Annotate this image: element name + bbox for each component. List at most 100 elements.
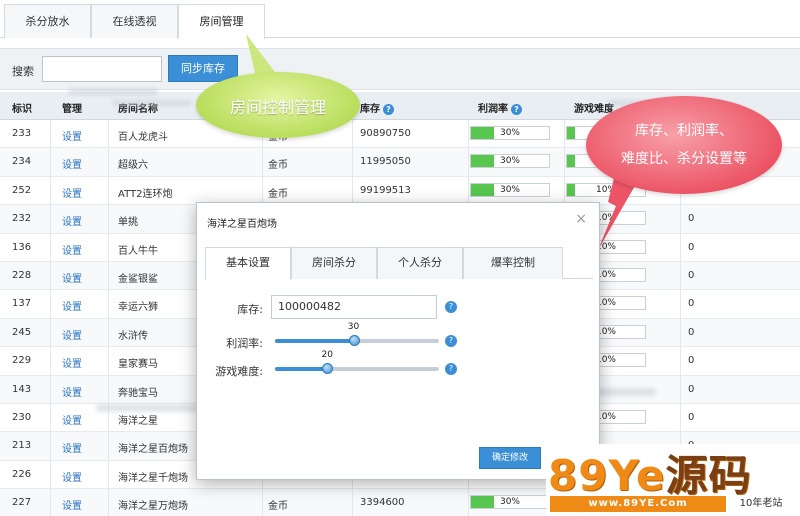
stock-row: 库存: 100000482 ? [197, 295, 601, 321]
row-room-name: 海洋之星 [118, 416, 158, 427]
row-profit-bar: 30% [470, 182, 550, 197]
row-room-name: 金鲨银鲨 [118, 274, 158, 285]
difficulty-help-icon[interactable]: ? [445, 363, 457, 375]
row-id: 234 [12, 156, 32, 168]
row-extra-value: 0 [688, 241, 695, 253]
row-settings-link[interactable]: 设置 [62, 384, 82, 399]
col-manage-header: 管理 [62, 104, 82, 115]
col-id-header: 标识 [12, 104, 32, 115]
stock-help-icon[interactable]: ? [445, 301, 457, 313]
row-id: 232 [12, 213, 32, 225]
row-extra-value: 0 [688, 213, 695, 225]
watermark-brand: 89Ye源码 [548, 442, 752, 503]
search-input[interactable] [42, 56, 162, 82]
row-currency: 金币 [268, 501, 288, 513]
row-extra-value: 0 [688, 355, 695, 367]
row-settings-link[interactable]: 设置 [62, 497, 82, 512]
row-settings-link[interactable]: 设置 [62, 185, 82, 200]
difficulty-slider[interactable]: 20 [275, 350, 439, 374]
difficulty-slider-fill [275, 367, 328, 371]
confirm-modify-button[interactable]: 确定修改 [479, 447, 541, 469]
row-room-name: ATT2连环炮 [118, 188, 173, 200]
redacted-area [68, 88, 158, 95]
row-profit-bar-label: 30% [499, 128, 520, 138]
watermark-tag: 10年老站 [739, 498, 783, 509]
watermark-url: www.89YE.Com [550, 496, 726, 512]
row-profit-bar-label: 30% [499, 156, 520, 167]
watermark: 89Ye源码 www.89YE.Com 10年老站 [546, 444, 800, 516]
watermark-brand-right: 源码 [665, 451, 752, 500]
row-settings-link[interactable]: 设置 [62, 412, 82, 427]
redacted-area [112, 100, 192, 106]
row-profit-bar: 30% [470, 126, 550, 140]
tab-online-view[interactable]: 在线透视 [91, 4, 178, 38]
row-settings-link[interactable]: 设置 [62, 469, 82, 484]
profit-help-icon[interactable]: ? [511, 104, 522, 115]
dialog-tab-bar: 基本设置 房间杀分 个人杀分 爆率控制 [205, 247, 593, 280]
row-id: 228 [12, 270, 32, 281]
row-settings-link[interactable]: 设置 [62, 213, 82, 228]
row-currency: 金币 [268, 160, 288, 172]
stock-header-label: 库存 [360, 104, 380, 115]
profit-slider[interactable]: 30 [275, 322, 439, 346]
settings-callout: 库存、利润率、 难度比、杀分设置等 [586, 96, 782, 194]
row-id: 252 [12, 184, 32, 196]
close-icon[interactable]: × [575, 211, 587, 227]
row-room-name: 百人牛牛 [118, 245, 158, 257]
profit-help-icon[interactable]: ? [445, 335, 457, 347]
tab-drop-rate-control[interactable]: 爆率控制 [463, 247, 563, 279]
settings-callout-line1: 库存、利润率、 [635, 123, 733, 139]
settings-callout-line2: 难度比、杀分设置等 [621, 151, 747, 167]
row-settings-link[interactable]: 设置 [62, 128, 82, 143]
room-control-callout: 房间控制管理 [196, 72, 360, 138]
profit-slider-fill [275, 339, 354, 343]
top-tab-bar: 杀分放水 在线透视 房间管理 [0, 0, 800, 39]
tab-personal-kill-score[interactable]: 个人杀分 [377, 247, 463, 279]
difficulty-slider-handle[interactable] [322, 363, 334, 374]
dialog-title: 海洋之星百炮场 [207, 219, 277, 230]
row-settings-link[interactable]: 设置 [62, 298, 82, 313]
stock-input[interactable]: 100000482 [271, 295, 437, 319]
row-id: 136 [12, 241, 32, 253]
row-settings-link[interactable]: 设置 [62, 156, 82, 171]
tab-basic-settings[interactable]: 基本设置 [205, 247, 291, 280]
tab-room-kill-score[interactable]: 房间杀分 [291, 247, 377, 279]
row-stock: 90890750 [360, 128, 411, 139]
difficulty-row: 游戏难度: 20 ? [197, 350, 601, 383]
stock-help-icon[interactable]: ? [383, 104, 394, 115]
column-divider [108, 120, 109, 516]
row-settings-link[interactable]: 设置 [62, 440, 82, 455]
row-extra-value: 0 [688, 298, 695, 310]
row-profit-bar-label: 30% [499, 184, 520, 195]
row-id: 227 [12, 497, 32, 509]
row-settings-link[interactable]: 设置 [62, 242, 82, 257]
row-room-name: 水浒传 [118, 330, 148, 342]
row-id: 230 [12, 412, 32, 423]
row-settings-link[interactable]: 设置 [62, 355, 82, 370]
profit-row: 利润率: 30 ? [197, 322, 601, 355]
row-room-name: 海洋之星万炮场 [118, 501, 188, 513]
column-divider [50, 120, 51, 516]
row-id: 143 [12, 383, 32, 395]
difficulty-slider-value: 20 [321, 350, 333, 360]
row-extra-value: 0 [688, 383, 695, 395]
profit-slider-value: 30 [347, 322, 360, 332]
row-room-name: 海洋之星百炮场 [118, 444, 188, 456]
room-control-callout-text: 房间控制管理 [229, 98, 326, 117]
row-currency: 金币 [268, 188, 288, 200]
row-extra-value: 0 [688, 270, 695, 281]
row-profit-bar: 30% [470, 495, 550, 510]
watermark-brand-left: 89Ye [548, 451, 666, 500]
row-id: 137 [12, 298, 32, 310]
col-profit-header: 利润率? [478, 100, 522, 115]
row-id: 233 [12, 128, 32, 139]
profit-slider-handle[interactable] [348, 335, 360, 346]
search-label: 搜索 [12, 65, 34, 78]
row-room-name: 单挑 [118, 217, 138, 229]
row-settings-link[interactable]: 设置 [62, 270, 82, 285]
room-settings-dialog: 海洋之星百炮场 × 基本设置 房间杀分 个人杀分 爆率控制 库存: 100000… [196, 202, 600, 480]
tab-kill-score[interactable]: 杀分放水 [4, 4, 91, 38]
stock-label: 库存: [237, 303, 263, 316]
profit-header-label: 利润率 [478, 104, 508, 115]
row-settings-link[interactable]: 设置 [62, 327, 82, 342]
